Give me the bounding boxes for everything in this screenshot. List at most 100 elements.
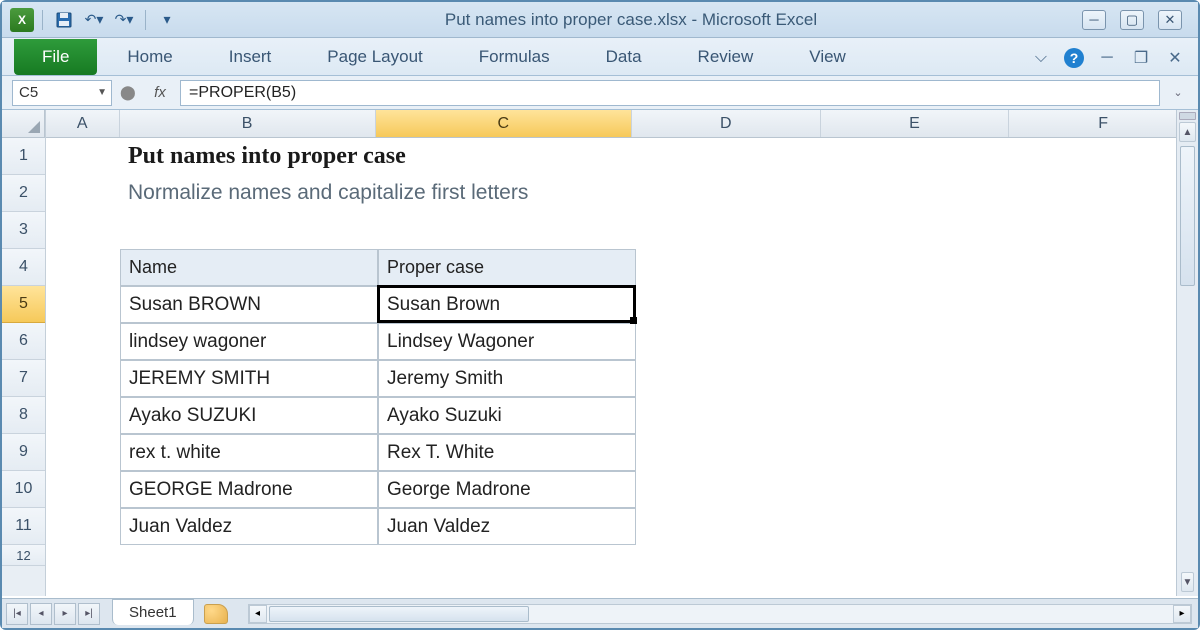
cell-name[interactable]: lindsey wagoner	[120, 323, 378, 360]
hscroll-right-icon[interactable]: ▸	[1173, 605, 1191, 623]
cell-name[interactable]: JEREMY SMITH	[120, 360, 378, 397]
cell-name[interactable]: GEORGE Madrone	[120, 471, 378, 508]
cell-proper[interactable]: George Madrone	[378, 471, 636, 508]
sheet-tab[interactable]: Sheet1	[112, 599, 194, 625]
tab-home[interactable]: Home	[127, 39, 172, 75]
tab-review[interactable]: Review	[698, 39, 754, 75]
sheet-first-icon[interactable]: |◂	[6, 603, 28, 625]
sheet-subtitle: Normalize names and capitalize first let…	[128, 181, 528, 205]
cell-name[interactable]: Susan BROWN	[120, 286, 378, 323]
row-header-7[interactable]: 7	[2, 360, 45, 397]
cell[interactable]	[46, 286, 120, 323]
tab-page-layout[interactable]: Page Layout	[327, 39, 422, 75]
col-header-d[interactable]: D	[632, 110, 821, 137]
ribbon-right-controls: ⌵ ? ─ ❐ ✕	[1030, 47, 1186, 75]
cell[interactable]	[46, 212, 120, 249]
ribbon-minimize-icon[interactable]: ⌵	[1030, 47, 1052, 69]
row-header-9[interactable]: 9	[2, 434, 45, 471]
tab-formulas[interactable]: Formulas	[479, 39, 550, 75]
row-header-10[interactable]: 10	[2, 471, 45, 508]
col-header-f[interactable]: F	[1009, 110, 1198, 137]
close-button[interactable]: ✕	[1158, 10, 1182, 30]
hscroll-thumb[interactable]	[269, 606, 529, 622]
cell[interactable]	[46, 249, 120, 286]
col-header-a[interactable]: A	[46, 110, 120, 137]
file-tab[interactable]: File	[14, 39, 97, 75]
redo-icon[interactable]: ↷▾	[111, 8, 137, 32]
minimize-button[interactable]: ─	[1082, 10, 1106, 30]
cell-title[interactable]: Put names into proper case	[120, 138, 894, 175]
cell[interactable]	[46, 175, 120, 212]
window-controls: ─ ▢ ✕	[1082, 10, 1190, 30]
scroll-up-icon[interactable]: ▲	[1179, 122, 1196, 142]
scroll-down-icon[interactable]: ▼	[1181, 572, 1194, 592]
row-header-4[interactable]: 4	[2, 249, 45, 286]
cell-proper[interactable]: Lindsey Wagoner	[378, 323, 636, 360]
grid-columns: A B C D E F Put names into proper case N…	[46, 110, 1198, 596]
new-sheet-icon[interactable]	[204, 604, 228, 624]
row-header-11[interactable]: 11	[2, 508, 45, 545]
cell[interactable]	[46, 360, 120, 397]
sheet-tab-bar: |◂ ◂ ▸ ▸| Sheet1 ◂ ▸	[2, 598, 1198, 628]
undo-icon[interactable]: ↶▾	[81, 8, 107, 32]
cells-area[interactable]: Put names into proper case Normalize nam…	[46, 138, 1198, 545]
select-all-corner[interactable]	[2, 110, 45, 138]
workbook-close-icon[interactable]: ✕	[1164, 47, 1186, 69]
cell-proper[interactable]: Susan Brown	[378, 286, 636, 323]
horizontal-scrollbar[interactable]: ◂ ▸	[248, 604, 1192, 624]
cell[interactable]	[46, 397, 120, 434]
qat-customize-icon[interactable]: ▾	[154, 8, 180, 32]
cell[interactable]	[46, 323, 120, 360]
cell-name[interactable]: Juan Valdez	[120, 508, 378, 545]
formula-expand-icon[interactable]: ⌄	[1168, 86, 1188, 99]
hscroll-left-icon[interactable]: ◂	[249, 605, 267, 623]
save-icon[interactable]	[51, 8, 77, 32]
col-header-c[interactable]: C	[376, 110, 632, 137]
cell-proper[interactable]: Rex T. White	[378, 434, 636, 471]
tab-data[interactable]: Data	[606, 39, 642, 75]
fx-icon[interactable]: fx	[148, 81, 172, 105]
sheet-next-icon[interactable]: ▸	[54, 603, 76, 625]
vertical-scrollbar[interactable]: ▲ ▼	[1176, 110, 1198, 596]
scroll-thumb[interactable]	[1180, 146, 1195, 286]
cell-proper[interactable]: Juan Valdez	[378, 508, 636, 545]
split-handle[interactable]	[1179, 112, 1196, 120]
row-header-6[interactable]: 6	[2, 323, 45, 360]
help-icon[interactable]: ?	[1064, 48, 1084, 68]
table-header-proper[interactable]: Proper case	[378, 249, 636, 286]
cell[interactable]	[120, 212, 378, 249]
col-header-b[interactable]: B	[120, 110, 376, 137]
row-header-1[interactable]: 1	[2, 138, 45, 175]
cell-proper[interactable]: Jeremy Smith	[378, 360, 636, 397]
formula-value: =PROPER(B5)	[189, 84, 296, 102]
row-header-3[interactable]: 3	[2, 212, 45, 249]
formula-bar: C5 ▼ ⬤ fx =PROPER(B5) ⌄	[2, 76, 1198, 110]
cell[interactable]	[46, 508, 120, 545]
cell[interactable]	[46, 434, 120, 471]
excel-app-icon[interactable]: X	[10, 8, 34, 32]
tab-view[interactable]: View	[809, 39, 846, 75]
formula-cancel-icon: ⬤	[120, 84, 140, 101]
row-header-8[interactable]: 8	[2, 397, 45, 434]
sheet-prev-icon[interactable]: ◂	[30, 603, 52, 625]
cell-subtitle[interactable]: Normalize names and capitalize first let…	[120, 175, 894, 212]
row-header-5[interactable]: 5	[2, 286, 45, 323]
cell-name[interactable]: Ayako SUZUKI	[120, 397, 378, 434]
maximize-button[interactable]: ▢	[1120, 10, 1144, 30]
sheet-last-icon[interactable]: ▸|	[78, 603, 100, 625]
name-box[interactable]: C5 ▼	[12, 80, 112, 106]
cell[interactable]	[46, 138, 120, 175]
cell[interactable]	[46, 471, 120, 508]
row-header-2[interactable]: 2	[2, 175, 45, 212]
cell[interactable]	[378, 212, 636, 249]
tab-insert[interactable]: Insert	[229, 39, 272, 75]
cell-name[interactable]: rex t. white	[120, 434, 378, 471]
name-box-dropdown-icon[interactable]: ▼	[97, 87, 107, 98]
formula-input[interactable]: =PROPER(B5)	[180, 80, 1160, 106]
row-header-12[interactable]: 12	[2, 545, 45, 566]
workbook-restore-icon[interactable]: ❐	[1130, 47, 1152, 69]
table-header-name[interactable]: Name	[120, 249, 378, 286]
col-header-e[interactable]: E	[821, 110, 1010, 137]
workbook-minimize-icon[interactable]: ─	[1096, 47, 1118, 69]
cell-proper[interactable]: Ayako Suzuki	[378, 397, 636, 434]
